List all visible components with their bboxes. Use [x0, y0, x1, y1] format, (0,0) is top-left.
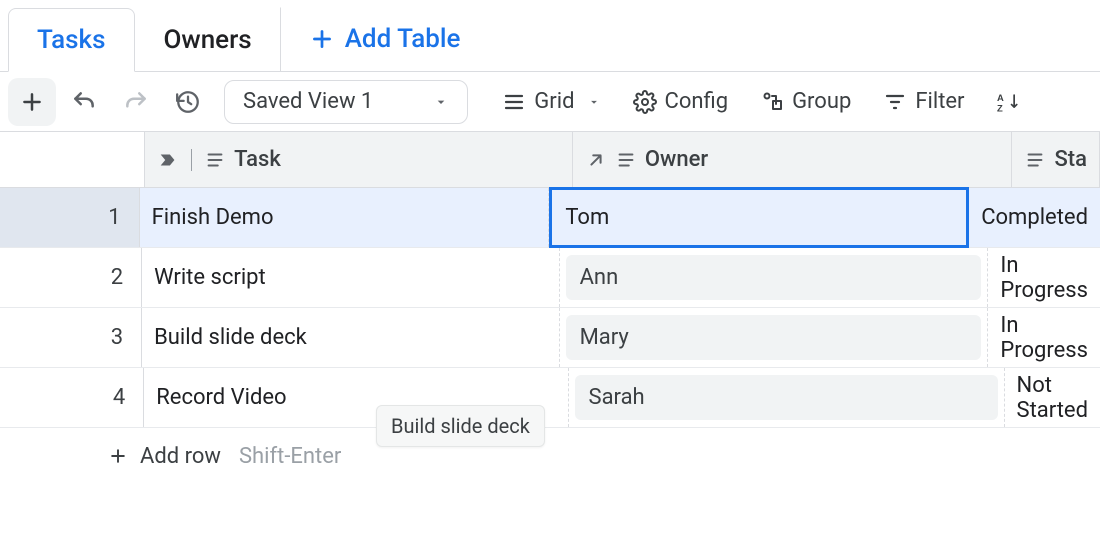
saved-view-dropdown[interactable]: Saved View 1 — [224, 80, 468, 124]
svg-text:A: A — [997, 92, 1004, 103]
config-label: Config — [665, 89, 729, 114]
row-number[interactable]: 2 — [0, 248, 142, 307]
group-label: Group — [792, 89, 851, 114]
table-header: Task Owner Sta — [0, 132, 1100, 188]
undo-button[interactable] — [60, 78, 108, 126]
add-button[interactable] — [8, 78, 56, 126]
column-header-owner[interactable]: Owner — [573, 132, 1013, 187]
column-label: Owner — [645, 147, 708, 172]
tab-tasks[interactable]: Tasks — [8, 8, 135, 72]
sort-control[interactable]: AZ — [983, 80, 1035, 124]
column-label: Sta — [1054, 147, 1087, 172]
group-icon — [760, 90, 784, 114]
config-control[interactable]: Config — [619, 80, 743, 124]
table-row[interactable]: 2Write scriptAnnIn Progress — [0, 248, 1100, 308]
cell-task[interactable]: Record Video — [144, 368, 568, 427]
redo-icon — [123, 89, 149, 115]
cell-task[interactable]: Finish Demo — [140, 188, 550, 247]
redo-button[interactable] — [112, 78, 160, 126]
table-body: 1Finish DemoTomCompleted2Write scriptAnn… — [0, 188, 1100, 428]
row-number[interactable]: 3 — [0, 308, 142, 367]
owner-value: Tom — [549, 188, 625, 247]
add-row-button[interactable]: Add row Shift-Enter — [0, 428, 1100, 484]
text-lines-icon — [204, 149, 226, 171]
add-table-label: Add Table — [345, 24, 461, 54]
layout-grid-control[interactable]: Grid — [488, 80, 614, 124]
text-lines-icon — [1024, 149, 1046, 171]
filter-label: Filter — [915, 89, 964, 114]
tab-owners[interactable]: Owners — [135, 7, 281, 71]
table-row[interactable]: 1Finish DemoTom Completed — [0, 188, 1100, 248]
plus-icon — [108, 446, 128, 466]
pin-separator — [191, 149, 192, 171]
row-number[interactable]: 1 — [0, 188, 140, 247]
history-button[interactable] — [164, 78, 212, 126]
cell-task[interactable]: Write script — [142, 248, 560, 307]
grid-label: Grid — [534, 89, 574, 114]
sort-az-icon: AZ — [997, 90, 1021, 114]
plus-icon — [19, 89, 45, 115]
history-icon — [175, 89, 201, 115]
plus-icon — [309, 26, 335, 52]
row-number-header — [0, 132, 145, 187]
column-header-task[interactable]: Task — [145, 132, 573, 187]
cell-owner[interactable]: Sarah — [569, 368, 1005, 427]
svg-text:Z: Z — [997, 102, 1003, 113]
cell-owner[interactable]: Tom — [549, 188, 969, 247]
table-row[interactable]: 4Record VideoSarahNot Started — [0, 368, 1100, 428]
owner-chip[interactable]: Ann — [566, 255, 982, 300]
add-row-label: Add row — [140, 444, 221, 469]
toolbar: Saved View 1 Grid Config Group Filter AZ — [0, 72, 1100, 132]
cell-status[interactable]: Not Started — [1005, 368, 1100, 427]
column-header-status[interactable]: Sta — [1012, 132, 1100, 187]
lookup-arrow-icon — [585, 149, 607, 171]
add-table-button[interactable]: Add Table — [281, 7, 489, 71]
group-control[interactable]: Group — [746, 80, 865, 124]
filter-control[interactable]: Filter — [869, 80, 978, 124]
row-number[interactable]: 4 — [0, 368, 144, 427]
cell-task[interactable]: Build slide deck — [142, 308, 560, 367]
pin-chevron-icon — [157, 149, 179, 171]
grid-lines-icon — [502, 90, 526, 114]
add-row-hint: Shift-Enter — [239, 444, 341, 469]
cell-status[interactable]: In Progress — [988, 248, 1100, 307]
cell-status[interactable]: Completed — [969, 188, 1100, 247]
caret-down-icon — [433, 94, 449, 110]
owner-chip[interactable]: Mary — [566, 315, 982, 360]
caret-down-icon — [587, 95, 601, 109]
column-label: Task — [234, 147, 281, 172]
filter-icon — [883, 90, 907, 114]
owner-chip[interactable]: Sarah — [575, 375, 998, 420]
gear-icon — [633, 90, 657, 114]
table-row[interactable]: 3Build slide deckMaryIn Progress — [0, 308, 1100, 368]
tab-bar: Tasks Owners Add Table — [0, 0, 1100, 72]
text-lines-icon — [615, 149, 637, 171]
cell-owner[interactable]: Mary — [560, 308, 989, 367]
saved-view-label: Saved View 1 — [243, 89, 373, 114]
cell-status[interactable]: In Progress — [988, 308, 1100, 367]
cell-owner[interactable]: Ann — [560, 248, 989, 307]
undo-icon — [71, 89, 97, 115]
